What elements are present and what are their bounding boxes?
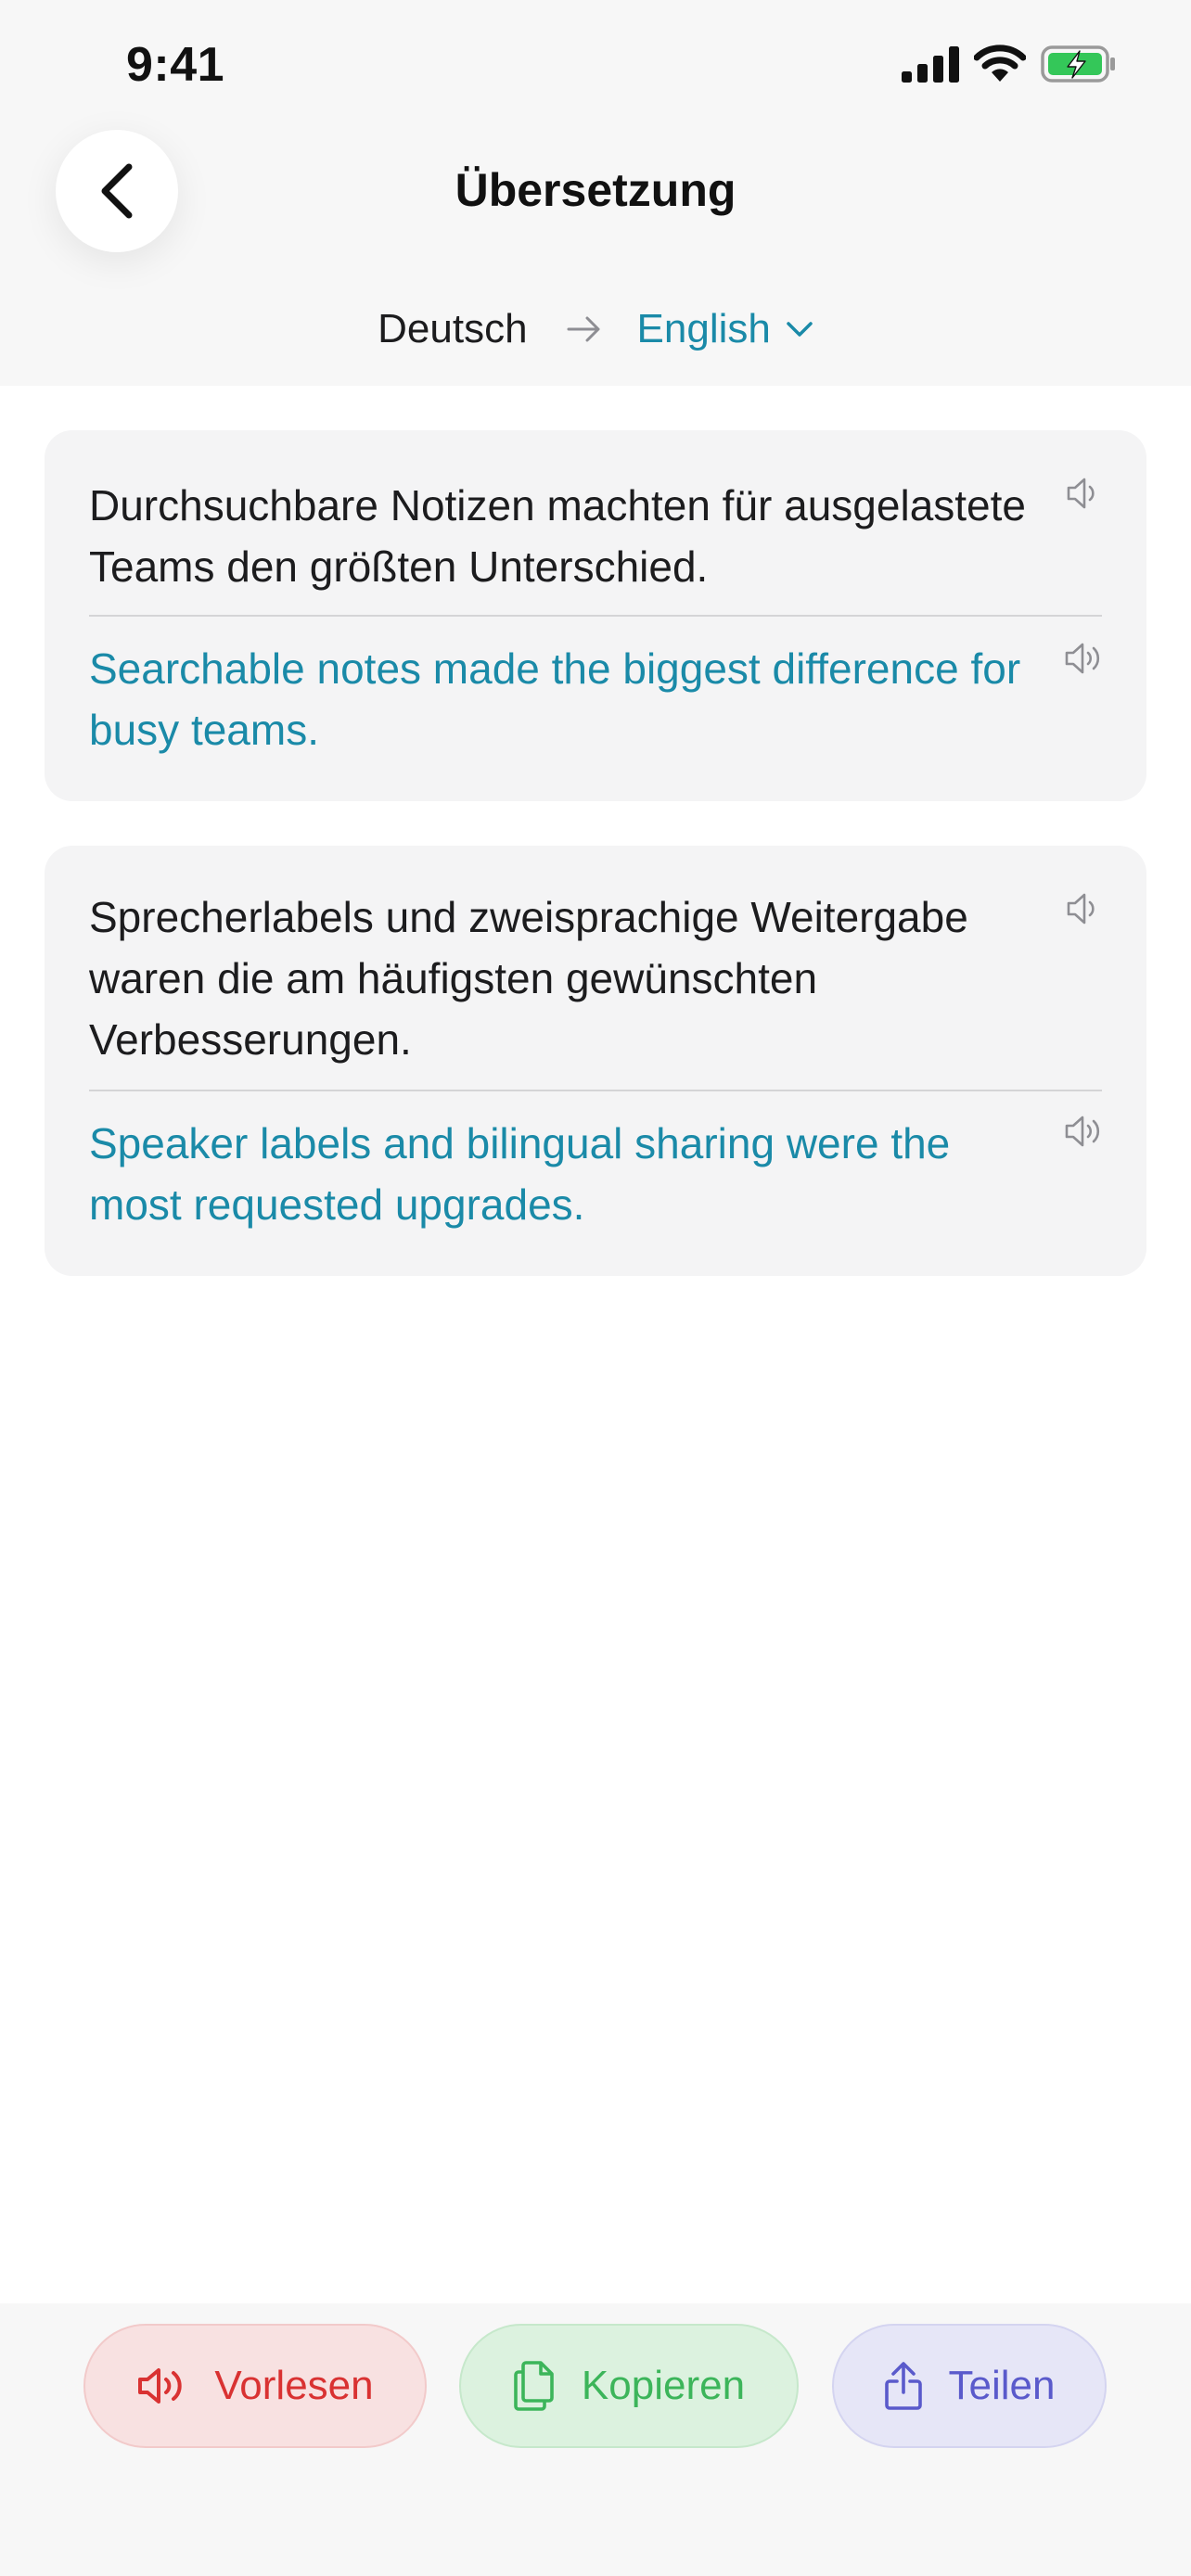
speaker-icon[interactable] bbox=[1061, 471, 1106, 516]
copy-button[interactable]: Kopieren bbox=[459, 2324, 799, 2448]
source-segment: Sprecherlabels und zweisprachige Weiterg… bbox=[89, 886, 1102, 1070]
read-aloud-label: Vorlesen bbox=[214, 2363, 374, 2408]
header: 9:41 Übersetzung Deutsch English bbox=[0, 0, 1191, 386]
wifi-icon bbox=[974, 45, 1026, 82]
page-title: Übersetzung bbox=[455, 164, 736, 216]
divider bbox=[89, 1090, 1102, 1091]
translation-segment: Speaker labels and bilingual sharing wer… bbox=[89, 1113, 1102, 1235]
share-icon bbox=[884, 2361, 923, 2411]
copy-icon bbox=[513, 2359, 556, 2413]
source-text: Durchsuchbare Notizen machten für ausgel… bbox=[89, 481, 1027, 591]
translation-card: Sprecherlabels und zweisprachige Weiterg… bbox=[45, 846, 1146, 1276]
signal-icon bbox=[902, 46, 959, 83]
translation-text: Speaker labels and bilingual sharing wer… bbox=[89, 1119, 951, 1229]
read-aloud-button[interactable]: Vorlesen bbox=[83, 2324, 427, 2448]
source-segment: Durchsuchbare Notizen machten für ausgel… bbox=[89, 475, 1102, 597]
status-time: 9:41 bbox=[126, 38, 225, 92]
share-button[interactable]: Teilen bbox=[832, 2324, 1107, 2448]
translation-segment: Searchable notes made the biggest differ… bbox=[89, 638, 1102, 760]
speaker-icon[interactable] bbox=[1061, 886, 1106, 931]
battery-icon bbox=[1041, 45, 1115, 83]
source-language: Deutsch bbox=[378, 306, 528, 351]
bottom-action-bar: Vorlesen Kopieren Teilen bbox=[0, 2303, 1191, 2576]
speaker-icon bbox=[136, 2365, 188, 2407]
status-icons bbox=[902, 45, 1117, 83]
chevron-down-icon bbox=[786, 320, 813, 338]
speaker-icon[interactable] bbox=[1061, 1109, 1106, 1154]
divider bbox=[89, 615, 1102, 617]
speaker-icon[interactable] bbox=[1061, 636, 1106, 681]
translation-text: Searchable notes made the biggest differ… bbox=[89, 644, 1021, 754]
target-language-dropdown[interactable]: English bbox=[637, 306, 813, 352]
target-language-label: English bbox=[636, 306, 771, 351]
source-text: Sprecherlabels und zweisprachige Weiterg… bbox=[89, 893, 968, 1064]
language-selector-row: Deutsch English bbox=[0, 306, 1191, 352]
share-label: Teilen bbox=[948, 2363, 1056, 2408]
translation-card: Durchsuchbare Notizen machten für ausgel… bbox=[45, 430, 1146, 801]
copy-label: Kopieren bbox=[581, 2363, 746, 2408]
arrow-right-icon bbox=[567, 315, 602, 343]
